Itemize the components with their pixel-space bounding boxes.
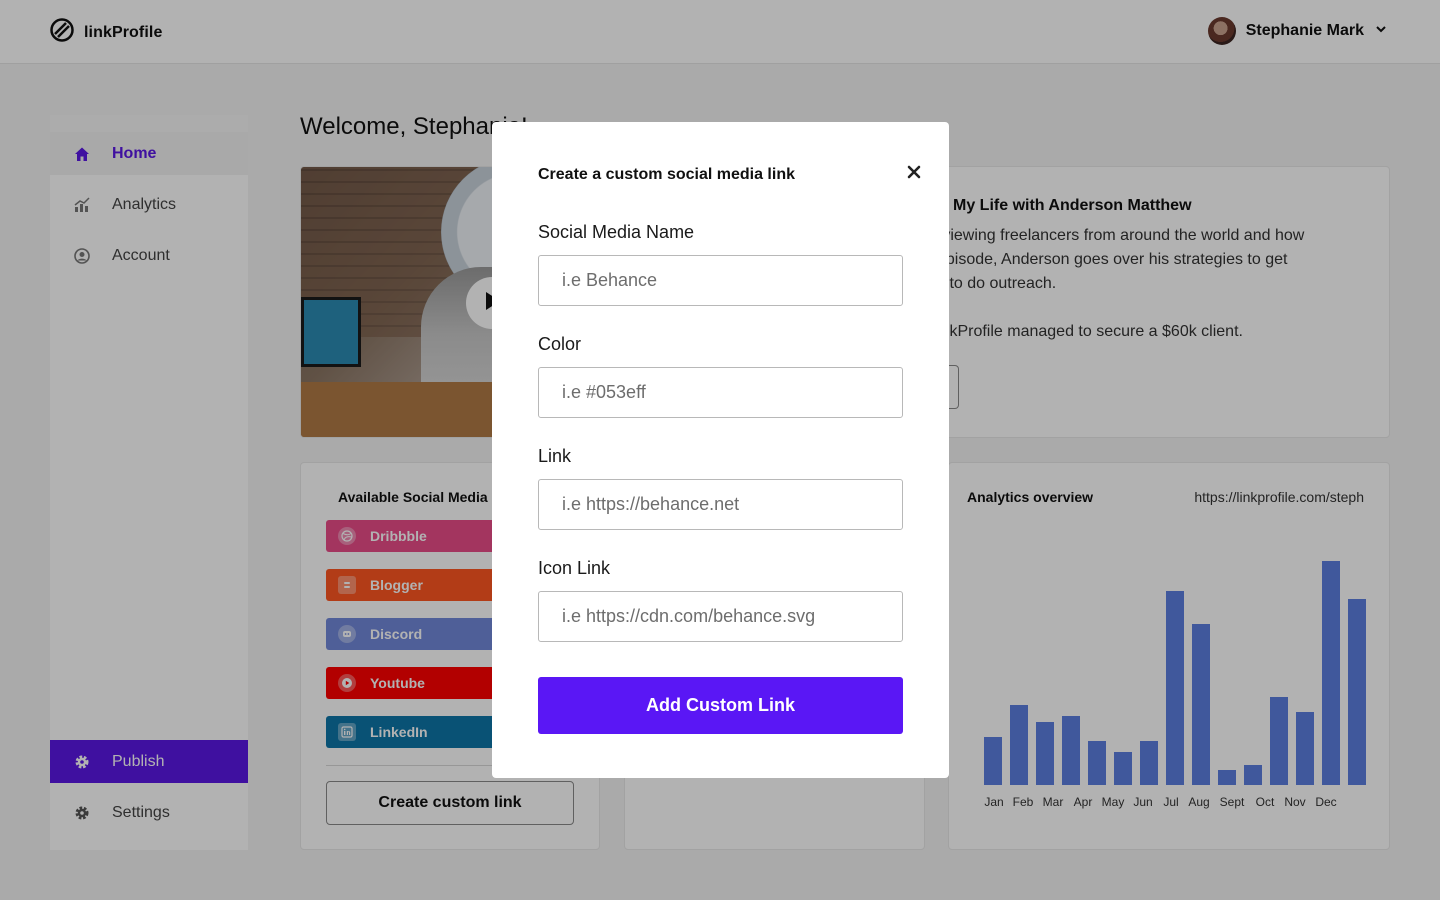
- close-button[interactable]: [905, 165, 923, 183]
- icon-link-label: Icon Link: [538, 558, 611, 578]
- link-label: Link: [538, 446, 572, 466]
- social-media-name-input[interactable]: [538, 255, 903, 306]
- close-icon: [907, 165, 921, 184]
- color-input[interactable]: [538, 367, 903, 418]
- color-label: Color: [538, 334, 582, 354]
- custom-link-modal: Create a custom social media link Social…: [492, 122, 949, 778]
- social-media-name-label: Social Media Name: [538, 222, 695, 242]
- add-custom-link-button[interactable]: Add Custom Link: [538, 677, 903, 734]
- modal-title: Create a custom social media link: [538, 166, 795, 183]
- icon-link-input[interactable]: [538, 591, 903, 642]
- link-input[interactable]: [538, 479, 903, 530]
